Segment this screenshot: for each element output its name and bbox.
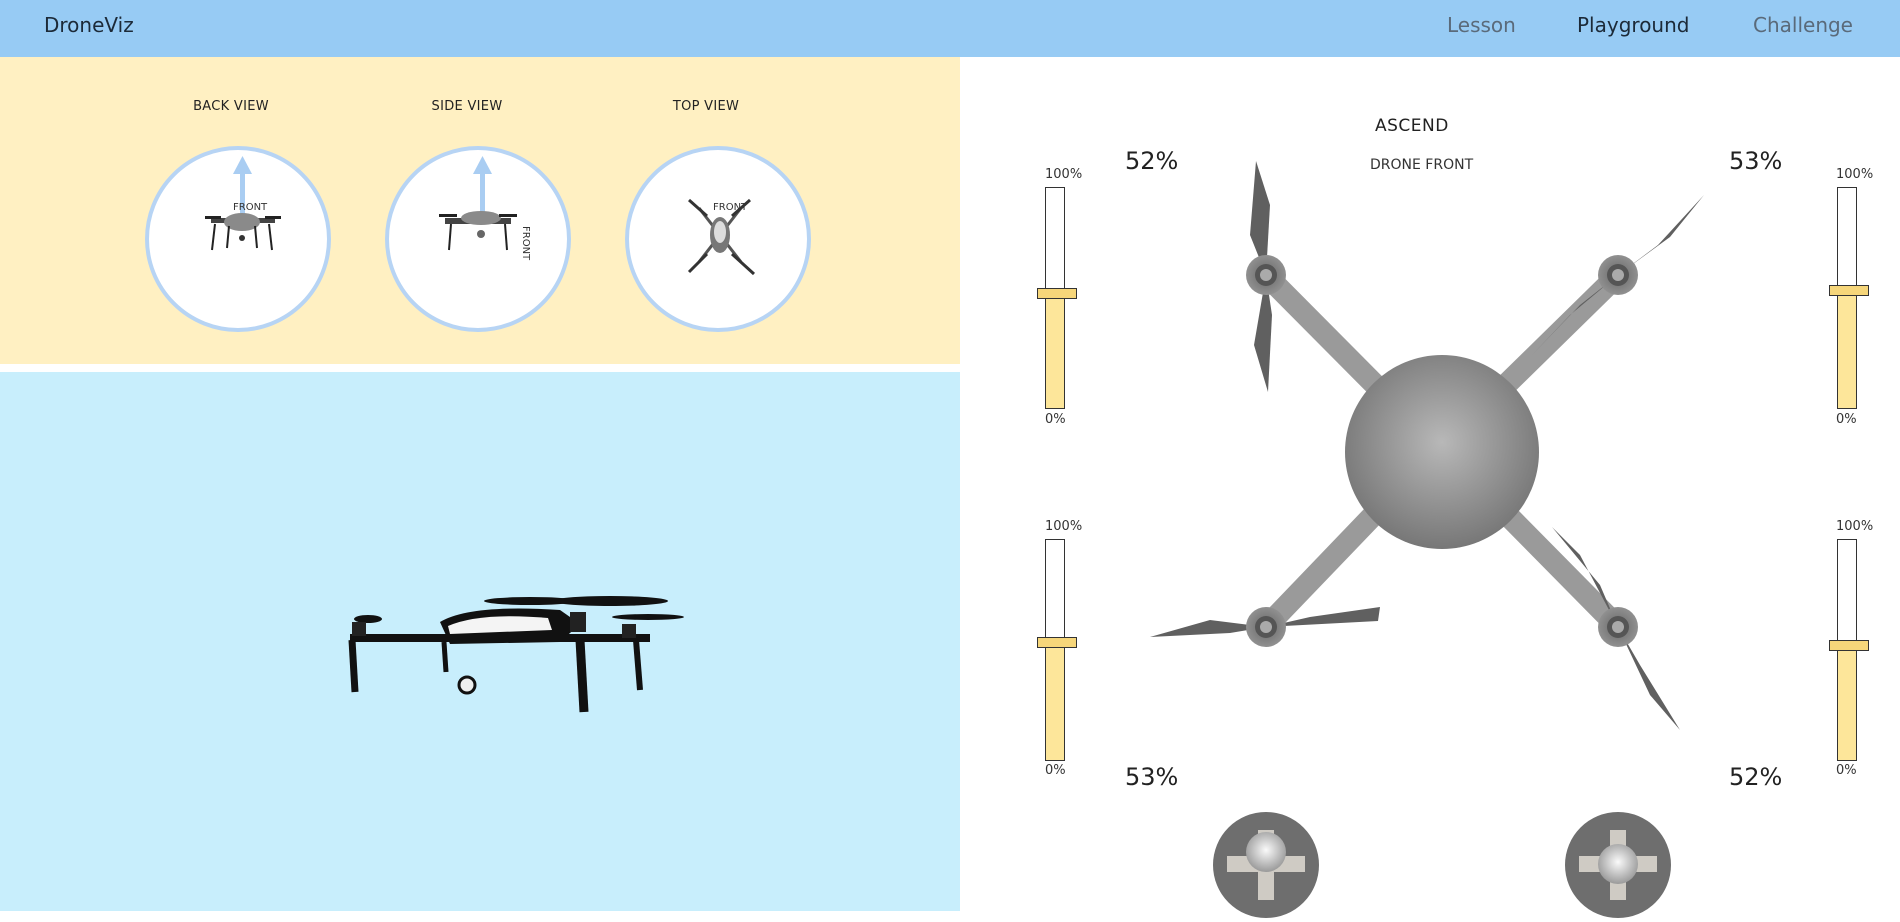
joystick-icon [1227,830,1305,900]
slider-front-left-handle[interactable] [1037,288,1077,299]
slider-back-left-min-label: 0% [1045,763,1066,778]
slider-front-left[interactable] [1037,187,1077,409]
slider-back-left[interactable] [1037,539,1077,761]
slider-front-left-max-label: 100% [1045,167,1083,182]
slider-back-left-handle[interactable] [1037,637,1077,648]
nav-playground[interactable]: Playground [1577,13,1689,37]
slider-front-left-fill [1046,294,1064,408]
slider-front-right-min-label: 0% [1836,412,1857,427]
back-view-circle: FRONT [145,146,331,332]
slider-back-right[interactable] [1829,539,1869,761]
drone-3d-scene[interactable] [0,372,960,911]
slider-back-right-max-label: 100% [1836,519,1874,534]
top-view-title: TOP VIEW [672,99,740,114]
app-title[interactable]: DroneViz [44,13,134,37]
motor-back-left-percent: 53% [1125,763,1179,791]
slider-back-right-fill [1838,646,1856,760]
slider-back-right-min-label: 0% [1836,763,1857,778]
slider-front-left-min-label: 0% [1045,412,1066,427]
back-view-front-label: FRONT [233,202,268,213]
top-down-drone-icon [1150,161,1704,730]
top-view-drone-icon [687,198,756,276]
top-view-front-label: FRONT [713,202,748,213]
app-header: DroneViz Lesson Playground Challenge [0,0,1900,57]
slider-back-left-max-label: 100% [1045,519,1083,534]
flight-mode-label: ASCEND [1375,116,1449,136]
slider-front-right-max-label: 100% [1836,167,1874,182]
back-view-drone-icon [205,156,281,251]
top-view-circle: FRONT [625,146,811,332]
motor-front-left-percent: 52% [1125,147,1179,175]
up-arrow-icon [480,170,485,218]
nav-lesson[interactable]: Lesson [1447,13,1516,37]
side-view-front-label: FRONT [520,226,531,261]
orientation-views-panel: BACK VIEW FRONT SIDE VIEW FRONT TOP VIEW… [0,57,960,364]
motor-front-right-percent: 53% [1729,147,1783,175]
slider-front-right[interactable] [1829,187,1869,409]
back-view-title: BACK VIEW [193,99,269,114]
left-joystick[interactable] [1213,812,1319,918]
side-view-title: SIDE VIEW [431,99,503,114]
drone-3d-icon [348,596,684,713]
side-view-drone-icon [439,156,517,251]
nav-challenge[interactable]: Challenge [1753,13,1853,37]
slider-back-left-fill [1046,643,1064,760]
slider-front-right-fill [1838,291,1856,408]
slider-back-right-handle[interactable] [1829,640,1869,651]
motor-back-right-percent: 52% [1729,763,1783,791]
slider-front-right-handle[interactable] [1829,285,1869,296]
right-joystick[interactable] [1565,812,1671,918]
side-view-circle: FRONT [385,146,571,332]
joystick-icon [1579,830,1657,900]
